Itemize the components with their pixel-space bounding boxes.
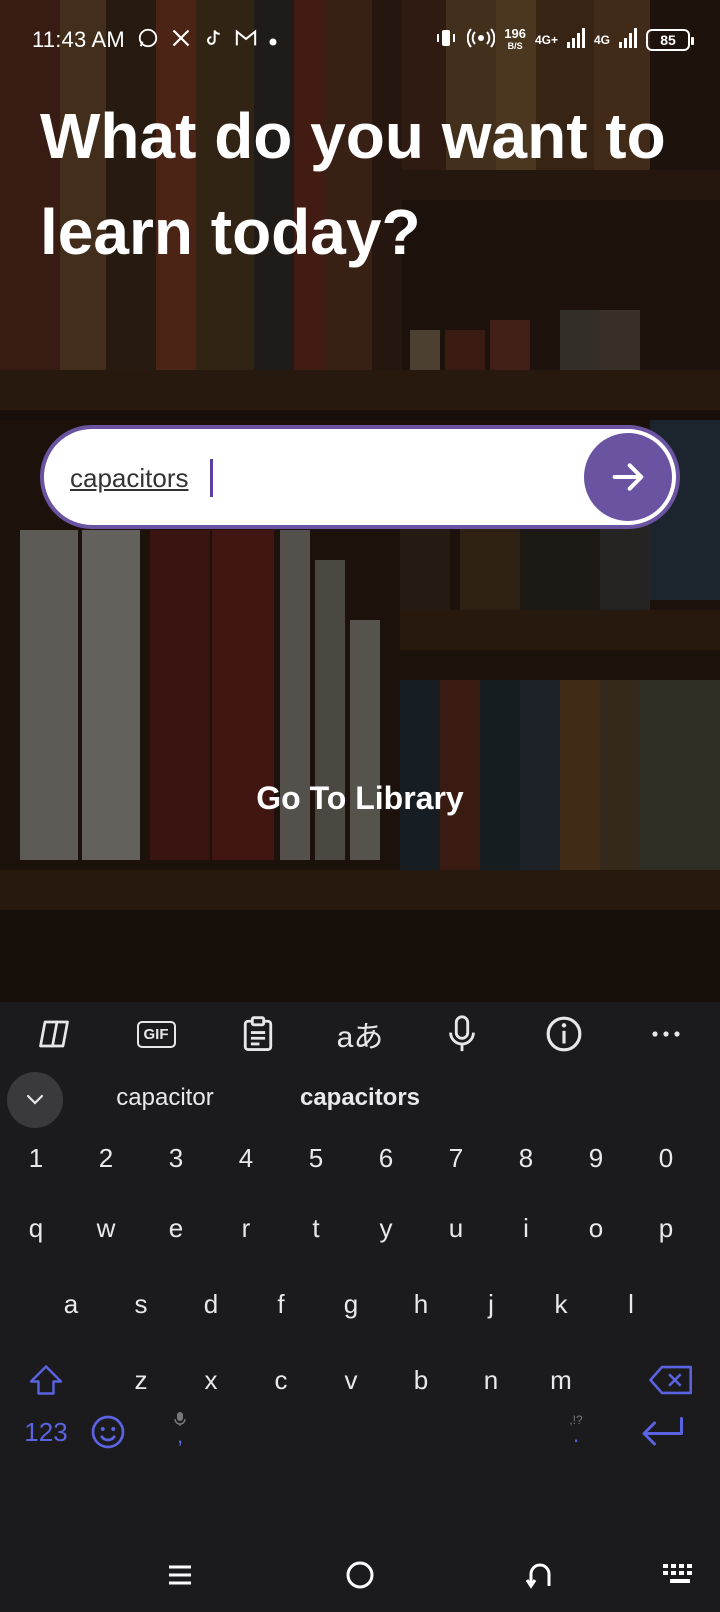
arrow-right-icon bbox=[612, 463, 644, 491]
back-button[interactable] bbox=[510, 1551, 570, 1599]
letter-key[interactable]: e bbox=[140, 1198, 212, 1258]
network-type-2: 4G bbox=[593, 33, 610, 47]
search-input[interactable] bbox=[70, 453, 530, 503]
number-key[interactable]: 9 bbox=[560, 1128, 632, 1188]
suggestion-item[interactable]: capacitor bbox=[100, 1084, 230, 1112]
emoji-key[interactable] bbox=[72, 1402, 144, 1462]
clipboard-icon[interactable] bbox=[230, 1010, 286, 1058]
network-speed: 196 B/S bbox=[504, 26, 526, 51]
chevron-down-icon bbox=[26, 1094, 44, 1105]
dot-icon bbox=[269, 30, 277, 50]
info-icon[interactable] bbox=[536, 1010, 592, 1058]
whatsapp-icon bbox=[137, 27, 159, 53]
app-screen: 11:43 AM 196 B/S 4G+ 4G 85 What do you w… bbox=[0, 0, 720, 1002]
copilot-icon[interactable] bbox=[26, 1010, 82, 1058]
letter-key[interactable]: l bbox=[595, 1274, 667, 1334]
shift-icon bbox=[29, 1365, 63, 1395]
keyboard-switch-button[interactable] bbox=[650, 1551, 710, 1599]
translate-icon[interactable]: aあ bbox=[332, 1010, 388, 1058]
space-key[interactable] bbox=[226, 1402, 526, 1462]
letter-key[interactable]: h bbox=[385, 1274, 457, 1334]
letter-key[interactable]: b bbox=[385, 1350, 457, 1410]
search-bar bbox=[40, 425, 680, 529]
letter-key[interactable]: y bbox=[350, 1198, 422, 1258]
status-bar: 11:43 AM 196 B/S 4G+ 4G 85 bbox=[0, 0, 720, 80]
more-icon[interactable] bbox=[638, 1010, 694, 1058]
back-icon bbox=[525, 1563, 551, 1589]
letter-key[interactable]: r bbox=[210, 1198, 282, 1258]
go-to-library-link[interactable]: Go To Library bbox=[0, 780, 720, 817]
recents-button[interactable] bbox=[150, 1551, 210, 1599]
letter-key[interactable]: q bbox=[0, 1198, 72, 1258]
page-title: What do you want to learn today? bbox=[40, 100, 666, 268]
letter-key[interactable]: s bbox=[105, 1274, 177, 1334]
number-key[interactable]: 6 bbox=[350, 1128, 422, 1188]
suggestion-item[interactable]: capacitors bbox=[280, 1084, 440, 1112]
tiktok-icon bbox=[203, 28, 223, 52]
gmail-icon bbox=[235, 28, 257, 52]
suggestion-strip: capacitor capacitors bbox=[0, 1066, 720, 1128]
keyboard-switch-icon bbox=[663, 1564, 692, 1583]
search-submit-button[interactable] bbox=[584, 433, 672, 521]
number-key[interactable]: 0 bbox=[630, 1128, 702, 1188]
comma-key[interactable]: , bbox=[144, 1398, 216, 1458]
status-time: 11:43 AM bbox=[32, 27, 125, 52]
letter-key[interactable]: g bbox=[315, 1274, 387, 1334]
letter-key[interactable]: p bbox=[630, 1198, 702, 1258]
number-key[interactable]: 5 bbox=[280, 1128, 352, 1188]
backspace-icon bbox=[649, 1365, 692, 1395]
letter-key[interactable]: a bbox=[35, 1274, 107, 1334]
microphone-icon[interactable] bbox=[434, 1010, 490, 1058]
battery-indicator: 85 bbox=[646, 29, 694, 51]
collapse-suggestions-button[interactable] bbox=[7, 1072, 63, 1128]
vibrate-icon bbox=[434, 27, 458, 53]
network-type-1: 4G+ bbox=[534, 33, 558, 47]
gif-icon: GIF bbox=[136, 1020, 176, 1048]
hotspot-icon bbox=[467, 27, 496, 53]
letter-key[interactable]: w bbox=[70, 1198, 142, 1258]
letter-key[interactable]: j bbox=[455, 1274, 527, 1334]
navigation-bar bbox=[0, 1537, 720, 1612]
letter-key[interactable]: u bbox=[420, 1198, 492, 1258]
x-icon bbox=[171, 28, 191, 52]
keyboard-toolbar: GIF aあ bbox=[0, 1002, 720, 1064]
shift-key[interactable] bbox=[10, 1350, 82, 1410]
home-button[interactable] bbox=[330, 1551, 390, 1599]
recents-icon bbox=[169, 1565, 191, 1585]
letter-key[interactable]: t bbox=[280, 1198, 352, 1258]
enter-key[interactable] bbox=[626, 1402, 698, 1462]
letter-key[interactable]: v bbox=[315, 1350, 387, 1410]
number-key[interactable]: 4 bbox=[210, 1128, 282, 1188]
text-caret bbox=[210, 459, 213, 497]
backspace-key[interactable] bbox=[636, 1350, 708, 1410]
period-key[interactable]: ,!? . bbox=[540, 1398, 612, 1458]
letter-key[interactable]: c bbox=[245, 1350, 317, 1410]
letter-key[interactable]: o bbox=[560, 1198, 632, 1258]
letter-key[interactable]: d bbox=[175, 1274, 247, 1334]
number-key[interactable]: 2 bbox=[70, 1128, 142, 1188]
enter-icon bbox=[642, 1417, 683, 1446]
letter-key[interactable]: f bbox=[245, 1274, 317, 1334]
gif-button[interactable]: GIF bbox=[128, 1010, 184, 1058]
smiley-icon bbox=[91, 1415, 125, 1449]
letter-key[interactable]: i bbox=[490, 1198, 562, 1258]
number-key[interactable]: 1 bbox=[0, 1128, 72, 1188]
letter-key[interactable]: n bbox=[455, 1350, 527, 1410]
number-key[interactable]: 8 bbox=[490, 1128, 562, 1188]
letter-key[interactable]: k bbox=[525, 1274, 597, 1334]
home-icon bbox=[346, 1561, 374, 1589]
signal-icon bbox=[566, 28, 585, 52]
signal-icon bbox=[619, 28, 637, 52]
keyboard: GIF aあ capacitor capacitors 1234567890 qw… bbox=[0, 1002, 720, 1537]
number-key[interactable]: 7 bbox=[420, 1128, 492, 1188]
number-key[interactable]: 3 bbox=[140, 1128, 212, 1188]
